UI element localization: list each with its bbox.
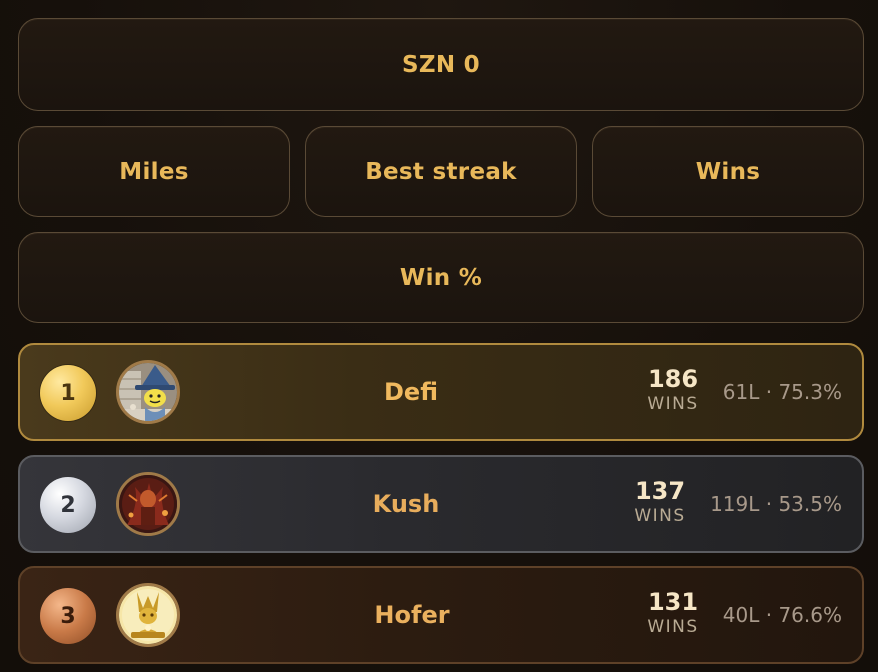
- player-name[interactable]: Hofer: [362, 568, 462, 662]
- wins-count: 137: [634, 477, 686, 505]
- miles-filter-button[interactable]: Miles: [18, 126, 290, 217]
- wins-label: Wins: [695, 158, 761, 185]
- leaderboard-row-3[interactable]: 3 Hofer 131 WINS 40L · 76.6%: [18, 566, 864, 664]
- win-percent-label: Win %: [399, 264, 483, 291]
- wins-caption: WINS: [634, 506, 686, 526]
- wins-filter-button[interactable]: Wins: [592, 126, 864, 217]
- rank-medal-bronze: 3: [40, 588, 96, 644]
- golden-idol-avatar[interactable]: [116, 583, 180, 647]
- season-selector-button[interactable]: SZN 0: [18, 18, 864, 111]
- rank-number: 2: [60, 492, 76, 518]
- wins-stat: 186 WINS: [633, 365, 713, 415]
- player-name[interactable]: Defi: [366, 345, 456, 439]
- player-name[interactable]: Kush: [356, 457, 456, 551]
- best-streak-filter-button[interactable]: Best streak: [305, 126, 577, 217]
- loss-record: 61L · 75.3%: [722, 380, 842, 404]
- wins-caption: WINS: [647, 617, 699, 637]
- rank-medal-silver: 2: [40, 477, 96, 533]
- best-streak-label: Best streak: [365, 158, 517, 185]
- rank-number: 3: [60, 603, 76, 629]
- wizard-avatar[interactable]: [116, 360, 180, 424]
- wins-count: 186: [647, 365, 699, 393]
- wins-stat: 137 WINS: [620, 477, 700, 527]
- wins-caption: WINS: [647, 394, 699, 414]
- leaderboard-row-1[interactable]: 1 Defi 186 WINS 61L · 75.3%: [18, 343, 864, 441]
- rank-medal-gold: 1: [40, 365, 96, 421]
- leaderboard-screen: SZN 0 Miles Best streak Wins Win % 1 Def…: [0, 0, 878, 672]
- season-label: SZN 0: [401, 51, 480, 78]
- loss-record: 119L · 53.5%: [710, 492, 842, 516]
- warrior-avatar[interactable]: [116, 472, 180, 536]
- loss-record: 40L · 76.6%: [722, 603, 842, 627]
- win-percent-filter-button[interactable]: Win %: [18, 232, 864, 323]
- leaderboard-row-2[interactable]: 2 Kush 137 WINS 119L · 53.5%: [18, 455, 864, 553]
- miles-label: Miles: [119, 158, 189, 185]
- wins-count: 131: [647, 588, 699, 616]
- wins-stat: 131 WINS: [633, 588, 713, 638]
- rank-number: 1: [60, 380, 76, 406]
